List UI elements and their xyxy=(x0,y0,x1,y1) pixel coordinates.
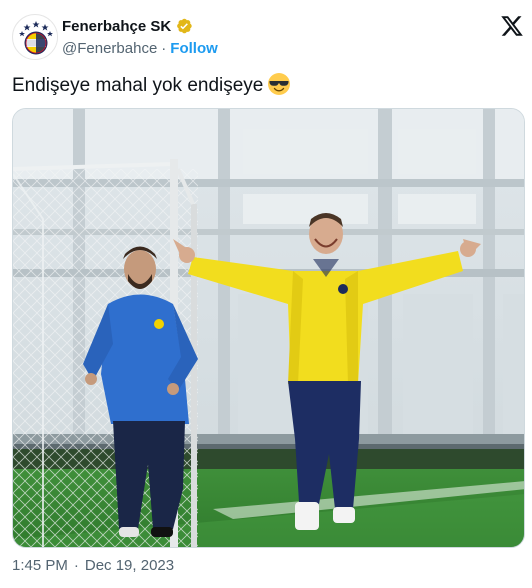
verified-badge-icon[interactable] xyxy=(175,17,193,35)
training-ground-photo xyxy=(13,109,524,547)
tweet-time: 1:45 PM xyxy=(12,557,68,574)
author-name-row: Fenerbahçe SK xyxy=(62,16,193,36)
avatar[interactable] xyxy=(12,14,58,60)
timestamp-separator: · xyxy=(73,557,79,574)
tweet-text: Endişeye mahal yok endişeye xyxy=(12,72,291,99)
author-handle[interactable]: @Fenerbahce xyxy=(62,40,157,57)
follow-button[interactable]: Follow xyxy=(170,40,218,57)
author-handle-row: @Fenerbahce · Follow xyxy=(62,38,218,58)
x-logo-icon[interactable] xyxy=(500,14,524,38)
tweet-header: Fenerbahçe SK @Fenerbahce · Follow xyxy=(12,12,524,62)
fenerbahce-crest-icon xyxy=(14,16,57,59)
tweet-body: Endişeye mahal yok endişeye xyxy=(12,75,264,96)
smiling-face-with-sunglasses-icon xyxy=(267,72,291,96)
tweet-photo[interactable] xyxy=(12,108,525,548)
tweet-timestamp[interactable]: 1:45 PM · Dec 19, 2023 xyxy=(12,557,174,574)
tweet-date: Dec 19, 2023 xyxy=(84,557,175,574)
tweet-card: Fenerbahçe SK @Fenerbahce · Follow Endiş… xyxy=(0,0,532,588)
author-display-name[interactable]: Fenerbahçe SK xyxy=(62,18,171,35)
handle-separator: · xyxy=(161,39,167,57)
